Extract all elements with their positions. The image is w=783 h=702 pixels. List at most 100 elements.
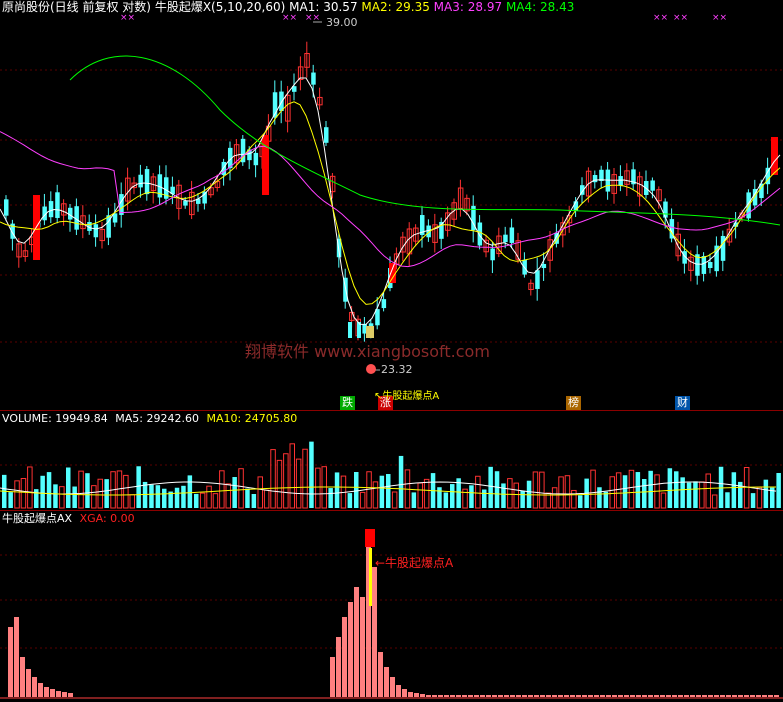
volume-bar[interactable]: [309, 441, 314, 508]
indicator-bar[interactable]: [44, 687, 49, 697]
candle-down[interactable]: [93, 224, 99, 238]
candle-down[interactable]: [663, 201, 668, 218]
volume-bar[interactable]: [8, 492, 13, 508]
indicator-bar[interactable]: [708, 695, 713, 697]
volume-bar[interactable]: [40, 475, 45, 508]
volume-bar[interactable]: [219, 470, 225, 509]
indicator-bar[interactable]: [600, 695, 605, 697]
volume-bar[interactable]: [174, 487, 180, 508]
volume-bar[interactable]: [238, 468, 244, 509]
candlestick-series[interactable]: [4, 41, 778, 342]
candle-down[interactable]: [183, 200, 188, 206]
volume-bar[interactable]: [162, 488, 167, 508]
indicator-bar[interactable]: [56, 691, 61, 697]
indicator-bar[interactable]: [642, 695, 647, 697]
indicator-bar[interactable]: [624, 695, 629, 697]
volume-bar[interactable]: [507, 478, 513, 509]
indicator-bar[interactable]: [636, 695, 641, 697]
volume-bar[interactable]: [206, 485, 212, 509]
volume-bar[interactable]: [513, 482, 519, 509]
volume-bar[interactable]: [136, 466, 141, 508]
event-badge-finance[interactable]: 财: [675, 396, 690, 410]
indicator-bar[interactable]: [348, 602, 353, 697]
volume-bar[interactable]: [212, 493, 219, 509]
volume-bar[interactable]: [411, 492, 417, 508]
volume-bar[interactable]: [20, 478, 27, 509]
indicator-bar[interactable]: [606, 695, 611, 697]
indicator-bar[interactable]: [546, 695, 551, 697]
volume-bar[interactable]: [245, 488, 250, 508]
candle-down[interactable]: [48, 201, 54, 218]
volume-bar[interactable]: [34, 489, 39, 508]
indicator-bar[interactable]: [756, 695, 761, 697]
candle-down[interactable]: [650, 180, 655, 191]
volume-bar[interactable]: [417, 482, 423, 509]
candle-down[interactable]: [311, 72, 316, 85]
indicator-bar[interactable]: [750, 695, 755, 697]
volume-bar[interactable]: [501, 483, 506, 508]
volume-bar[interactable]: [181, 485, 186, 508]
volume-bar[interactable]: [532, 471, 539, 509]
indicator-bar[interactable]: [330, 657, 335, 697]
indicator-bar[interactable]: [360, 597, 365, 697]
indicator-bar[interactable]: [68, 693, 73, 697]
volume-bar[interactable]: [494, 471, 500, 508]
indicator-bar[interactable]: [468, 695, 473, 697]
candle-down[interactable]: [490, 248, 495, 261]
volume-bar[interactable]: [276, 459, 283, 509]
volume-bar[interactable]: [72, 486, 77, 508]
indicator-bar[interactable]: [564, 695, 569, 697]
volume-bar[interactable]: [257, 476, 263, 509]
indicator-bar[interactable]: [762, 695, 767, 697]
volume-bar[interactable]: [437, 487, 442, 508]
volume-bar[interactable]: [558, 476, 564, 509]
indicator-bar[interactable]: [516, 695, 521, 697]
volume-bar[interactable]: [379, 475, 385, 508]
indicator-bar[interactable]: [384, 667, 389, 697]
volume-bar[interactable]: [551, 487, 558, 509]
indicator-bar[interactable]: [50, 689, 55, 697]
volume-bar[interactable]: [693, 481, 698, 508]
volume-bar[interactable]: [443, 492, 449, 508]
indicator-bar[interactable]: [648, 695, 653, 697]
indicator-bar[interactable]: [744, 695, 749, 697]
indicator-bar[interactable]: [396, 685, 401, 697]
indicator-bar[interactable]: [456, 695, 461, 697]
candle-down[interactable]: [324, 127, 329, 143]
indicator-bar[interactable]: [354, 587, 359, 697]
volume-bar[interactable]: [699, 481, 705, 509]
volume-bar[interactable]: [597, 487, 602, 508]
indicator-bar[interactable]: [696, 695, 701, 697]
candle-down[interactable]: [4, 199, 9, 216]
volume-bar[interactable]: [590, 469, 596, 509]
indicator-bar[interactable]: [432, 695, 437, 697]
indicator-bar[interactable]: [14, 617, 19, 697]
indicator-bar[interactable]: [498, 695, 503, 697]
volume-bar[interactable]: [423, 478, 430, 509]
candle-down[interactable]: [503, 234, 508, 243]
event-icon[interactable]: [366, 364, 376, 374]
volume-bar[interactable]: [705, 473, 711, 509]
volume-bar[interactable]: [283, 453, 289, 509]
volume-bar[interactable]: [302, 448, 308, 509]
volume-bar[interactable]: [386, 474, 391, 508]
indicator-bar[interactable]: [426, 695, 431, 697]
signal-candle[interactable]: [771, 137, 778, 175]
indicator-bar[interactable]: [342, 617, 347, 697]
indicator-bar[interactable]: [528, 695, 533, 697]
indicator-bar[interactable]: [690, 695, 695, 697]
indicator-bar[interactable]: [684, 695, 689, 697]
volume-bar[interactable]: [564, 475, 571, 509]
indicator-bar[interactable]: [378, 652, 383, 697]
volume-bar[interactable]: [91, 485, 97, 509]
volume-bar[interactable]: [756, 486, 763, 509]
event-badge-list[interactable]: 榜: [566, 396, 581, 410]
indicator-bar[interactable]: [26, 669, 31, 697]
candle-down[interactable]: [253, 152, 259, 166]
indicator-bar[interactable]: [444, 695, 449, 697]
indicator-bar[interactable]: [62, 692, 67, 697]
indicator-bar[interactable]: [714, 695, 719, 697]
indicator-bar[interactable]: [570, 695, 575, 697]
indicator-bar[interactable]: [612, 695, 617, 697]
indicator-bar[interactable]: [594, 695, 599, 697]
